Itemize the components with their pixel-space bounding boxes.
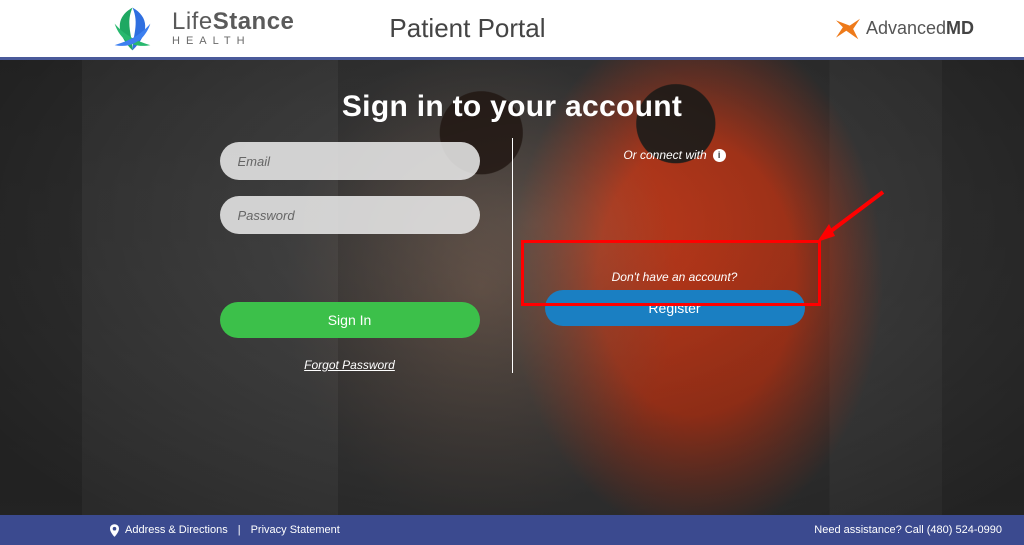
annotation-arrow-icon <box>809 186 889 246</box>
signin-form: Sign In Forgot Password <box>210 142 490 372</box>
email-field[interactable] <box>220 142 480 180</box>
advancedmd-logo: AdvancedMD <box>834 17 974 41</box>
lifestance-word-stance: Stance <box>213 8 295 35</box>
footer-separator: | <box>238 524 241 536</box>
advancedmd-prefix: Advanced <box>866 18 946 38</box>
lifestance-logo: LifeStance HEALTH <box>105 4 294 54</box>
signin-heading: Sign in to your account <box>342 90 682 124</box>
hero-section: Sign in to your account Sign In Forgot P… <box>0 60 1024 515</box>
map-pin-icon <box>110 524 119 537</box>
lifestance-word-health: HEALTH <box>172 36 294 47</box>
connect-with-label: Or connect with i <box>623 148 725 162</box>
signin-button[interactable]: Sign In <box>220 302 480 338</box>
hummingbird-icon <box>834 17 862 41</box>
connect-with-text: Or connect with <box>623 148 706 162</box>
privacy-statement-link[interactable]: Privacy Statement <box>251 524 340 536</box>
register-panel: Or connect with i Don't have an account?… <box>535 142 815 326</box>
page-title: Patient Portal <box>389 13 545 44</box>
lifestance-wordmark: LifeStance HEALTH <box>172 10 294 47</box>
lifestance-word-life: Life <box>172 8 213 35</box>
assistance-text: Need assistance? Call (480) 524-0990 <box>814 524 1002 536</box>
lifestance-leaf-icon <box>105 4 160 54</box>
register-button[interactable]: Register <box>545 290 805 326</box>
no-account-label: Don't have an account? <box>612 270 738 284</box>
footer-bar: Address & Directions | Privacy Statement… <box>0 515 1024 545</box>
advancedmd-wordmark: AdvancedMD <box>866 18 974 39</box>
address-directions-link[interactable]: Address & Directions <box>125 524 228 536</box>
password-field[interactable] <box>220 196 480 234</box>
info-icon[interactable]: i <box>713 149 726 162</box>
advancedmd-suffix: MD <box>946 18 974 38</box>
header-bar: LifeStance HEALTH Patient Portal Advance… <box>0 0 1024 60</box>
signin-panel: Sign in to your account Sign In Forgot P… <box>0 60 1024 515</box>
vertical-divider <box>512 138 513 373</box>
forgot-password-link[interactable]: Forgot Password <box>304 358 395 372</box>
